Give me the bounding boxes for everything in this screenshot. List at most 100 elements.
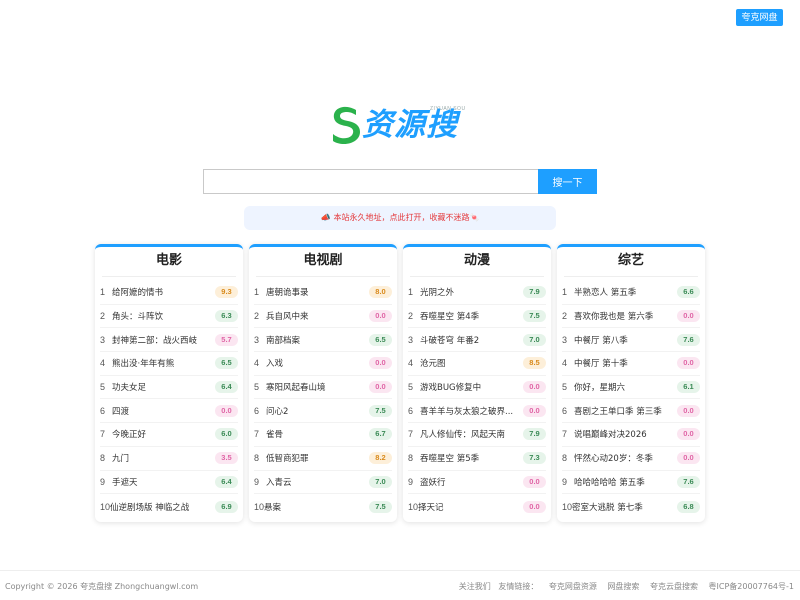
rank-number: 9 bbox=[100, 476, 106, 487]
item-title[interactable]: 寒阳风起春山境 bbox=[266, 381, 366, 393]
item-title[interactable]: 角头：斗阵饮 bbox=[112, 310, 212, 322]
list-item[interactable]: 9 手遮天 6.4 bbox=[100, 471, 238, 495]
list-item[interactable]: 4 入戏 0.0 bbox=[254, 352, 392, 376]
list-item[interactable]: 7 说唱巅峰对决2026 0.0 bbox=[562, 423, 700, 447]
logo-s-icon bbox=[333, 106, 360, 144]
score-badge: 6.4 bbox=[215, 381, 238, 394]
list-item[interactable]: 5 寒阳风起春山境 0.0 bbox=[254, 376, 392, 400]
list-item[interactable]: 8 怦然心动20岁：冬季 0.0 bbox=[562, 447, 700, 471]
item-title[interactable]: 问心2 bbox=[266, 405, 366, 417]
quark-pan-button[interactable]: 夸克网盘 bbox=[736, 9, 783, 26]
item-title[interactable]: 中餐厅 第十季 bbox=[574, 357, 674, 369]
list-item[interactable]: 7 今晚正好 6.0 bbox=[100, 423, 238, 447]
item-title[interactable]: 沧元图 bbox=[420, 357, 520, 369]
item-title[interactable]: 功夫女足 bbox=[112, 381, 212, 393]
list-item[interactable]: 2 兵自风中来 0.0 bbox=[254, 305, 392, 329]
item-title[interactable]: 凡人修仙传：风起天南 bbox=[420, 428, 520, 440]
score-badge: 0.0 bbox=[523, 475, 546, 488]
list-item[interactable]: 3 中餐厅 第八季 7.6 bbox=[562, 328, 700, 353]
about-link[interactable]: 关注我们 bbox=[459, 582, 491, 591]
list-item[interactable]: 8 吞噬星空 第5季 7.3 bbox=[408, 447, 546, 471]
item-title[interactable]: 你好，星期六 bbox=[574, 381, 674, 393]
item-title[interactable]: 手遮天 bbox=[112, 476, 212, 488]
list-item[interactable]: 9 哈哈哈哈哈 第五季 7.6 bbox=[562, 471, 700, 495]
rank-number: 1 bbox=[254, 287, 260, 298]
item-title[interactable]: 封神第二部：战火西岐 bbox=[112, 334, 212, 346]
item-title[interactable]: 择天记 bbox=[418, 501, 520, 513]
list-item[interactable]: 8 低智商犯罪 8.2 bbox=[254, 447, 392, 471]
item-title[interactable]: 唐朝诡事录 bbox=[266, 286, 366, 298]
search-input[interactable] bbox=[203, 169, 538, 194]
list-item[interactable]: 2 吞噬星空 第4季 7.5 bbox=[408, 305, 546, 329]
item-title[interactable]: 入青云 bbox=[266, 476, 366, 488]
list-item[interactable]: 5 你好，星期六 6.1 bbox=[562, 376, 700, 400]
item-title[interactable]: 兵自风中来 bbox=[266, 310, 366, 322]
list-item[interactable]: 3 封神第二部：战火西岐 5.7 bbox=[100, 328, 238, 353]
list-item[interactable]: 3 南部档案 6.5 bbox=[254, 328, 392, 353]
friend-link-quark-cloud-search[interactable]: 夸克云盘搜索 bbox=[650, 582, 698, 591]
item-title[interactable]: 今晚正好 bbox=[112, 428, 212, 440]
item-title[interactable]: 悬案 bbox=[264, 501, 366, 513]
list-item[interactable]: 10 仙逆剧场版 神临之战 6.9 bbox=[100, 494, 238, 520]
list-item[interactable]: 6 问心2 7.5 bbox=[254, 399, 392, 424]
list-item[interactable]: 3 斗破苍穹 年番2 7.0 bbox=[408, 328, 546, 353]
list-item[interactable]: 10 择天记 0.0 bbox=[408, 494, 546, 520]
item-title[interactable]: 吞噬星空 第5季 bbox=[420, 452, 520, 464]
item-title[interactable]: 半熟恋人 第五季 bbox=[574, 286, 674, 298]
notice-banner[interactable]: 📣 本站永久地址，点此打开，收藏不迷路🍬 bbox=[244, 206, 556, 230]
list-item[interactable]: 6 喜剧之王单口季 第三季 0.0 bbox=[562, 399, 700, 424]
icp-link[interactable]: 粤ICP备20007764号-1 bbox=[709, 582, 794, 591]
list-item[interactable]: 1 光阴之外 7.9 bbox=[408, 281, 546, 305]
item-title[interactable]: 密室大逃脱 第七季 bbox=[572, 501, 674, 513]
item-title[interactable]: 给阿嬷的情书 bbox=[112, 286, 212, 298]
item-title[interactable]: 喜羊羊与灰太狼之破界... bbox=[420, 405, 520, 417]
friend-link-pan-search[interactable]: 网盘搜索 bbox=[607, 582, 639, 591]
item-title[interactable]: 喜欢你我也是 第六季 bbox=[574, 310, 674, 322]
list-item[interactable]: 10 悬案 7.5 bbox=[254, 494, 392, 520]
list-item[interactable]: 9 入青云 7.0 bbox=[254, 471, 392, 495]
site-logo[interactable]: 资源搜 ZIYUAN SOU bbox=[330, 104, 472, 146]
list-item[interactable]: 4 中餐厅 第十季 0.0 bbox=[562, 352, 700, 376]
item-title[interactable]: 九门 bbox=[112, 452, 212, 464]
item-title[interactable]: 斗破苍穹 年番2 bbox=[420, 334, 520, 346]
list-item[interactable]: 5 游戏BUG修复中 0.0 bbox=[408, 376, 546, 400]
score-badge: 0.0 bbox=[677, 452, 700, 465]
list-item[interactable]: 10 密室大逃脱 第七季 6.8 bbox=[562, 494, 700, 520]
friend-link-quark-resource[interactable]: 夸克网盘资源 bbox=[549, 582, 597, 591]
list-item[interactable]: 7 凡人修仙传：风起天南 7.9 bbox=[408, 423, 546, 447]
item-title[interactable]: 光阴之外 bbox=[420, 286, 520, 298]
item-title[interactable]: 入戏 bbox=[266, 357, 366, 369]
item-title[interactable]: 仙逆剧场版 神临之战 bbox=[110, 501, 212, 513]
list-item[interactable]: 2 喜欢你我也是 第六季 0.0 bbox=[562, 305, 700, 329]
item-title[interactable]: 低智商犯罪 bbox=[266, 452, 366, 464]
score-badge: 7.5 bbox=[369, 404, 392, 417]
list-item[interactable]: 2 角头：斗阵饮 6.3 bbox=[100, 305, 238, 329]
list-item[interactable]: 6 喜羊羊与灰太狼之破界... 0.0 bbox=[408, 399, 546, 424]
item-title[interactable]: 怦然心动20岁：冬季 bbox=[574, 452, 674, 464]
search-button[interactable]: 搜一下 bbox=[538, 169, 597, 194]
list-item[interactable]: 6 四渡 0.0 bbox=[100, 399, 238, 424]
item-title[interactable]: 喜剧之王单口季 第三季 bbox=[574, 405, 674, 417]
list-item[interactable]: 4 熊出没·年年有熊 6.5 bbox=[100, 352, 238, 376]
item-title[interactable]: 游戏BUG修复中 bbox=[420, 381, 520, 393]
list-item[interactable]: 1 半熟恋人 第五季 6.6 bbox=[562, 281, 700, 305]
list-item[interactable]: 5 功夫女足 6.4 bbox=[100, 376, 238, 400]
item-title[interactable]: 南部档案 bbox=[266, 334, 366, 346]
list-item[interactable]: 1 给阿嬷的情书 9.3 bbox=[100, 281, 238, 305]
item-title[interactable]: 中餐厅 第八季 bbox=[574, 334, 674, 346]
card-title: 电影 bbox=[102, 247, 236, 277]
rank-number: 8 bbox=[562, 453, 568, 464]
list-item[interactable]: 1 唐朝诡事录 8.0 bbox=[254, 281, 392, 305]
item-title[interactable]: 吞噬星空 第4季 bbox=[420, 310, 520, 322]
item-title[interactable]: 盗妖行 bbox=[420, 476, 520, 488]
item-title[interactable]: 哈哈哈哈哈 第五季 bbox=[574, 476, 674, 488]
item-title[interactable]: 雀骨 bbox=[266, 428, 366, 440]
list-item[interactable]: 4 沧元图 8.5 bbox=[408, 352, 546, 376]
rank-number: 8 bbox=[254, 453, 260, 464]
list-item[interactable]: 7 雀骨 6.7 bbox=[254, 423, 392, 447]
item-title[interactable]: 说唱巅峰对决2026 bbox=[574, 428, 674, 440]
list-item[interactable]: 8 九门 3.5 bbox=[100, 447, 238, 471]
list-item[interactable]: 9 盗妖行 0.0 bbox=[408, 471, 546, 495]
item-title[interactable]: 熊出没·年年有熊 bbox=[112, 357, 212, 369]
item-title[interactable]: 四渡 bbox=[112, 405, 212, 417]
